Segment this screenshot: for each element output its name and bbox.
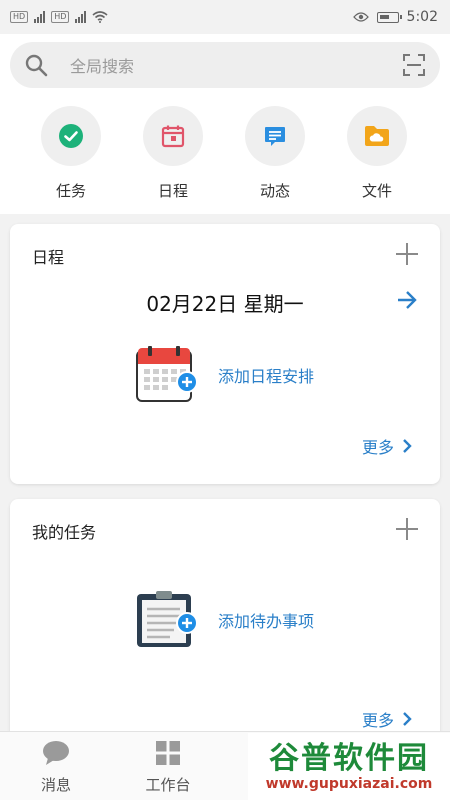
quick-action-schedule[interactable]: 日程 xyxy=(122,106,224,201)
signal-indicators: HD HD xyxy=(10,11,108,23)
tab-label: 消息 xyxy=(40,776,71,794)
more-label: 更多 xyxy=(361,711,394,730)
add-schedule-row[interactable]: 添加日程安排 xyxy=(136,346,314,404)
activity-icon-circle xyxy=(245,106,305,166)
battery-icon xyxy=(376,11,402,23)
watermark-text: 谷普软件园 xyxy=(269,740,429,776)
quick-action-activity[interactable]: 动态 xyxy=(224,106,326,201)
watermark-url: www.gupuxiazai.com xyxy=(265,775,433,792)
quick-action-label: 日程 xyxy=(157,182,188,200)
signal-1-icon xyxy=(34,11,46,23)
tab-messages[interactable]: 消息 xyxy=(0,732,112,800)
arrow-right-icon[interactable] xyxy=(396,289,418,311)
quick-action-tasks[interactable]: 任务 xyxy=(20,106,122,201)
quick-action-label: 任务 xyxy=(55,182,86,200)
search-icon xyxy=(25,54,48,77)
sim2-badge: HD xyxy=(51,11,70,23)
add-schedule-plus-icon[interactable] xyxy=(396,243,418,265)
check-circle-icon xyxy=(59,124,83,148)
calendar-add-icon xyxy=(136,346,198,402)
grid-icon xyxy=(156,741,180,765)
status-time: 5:02 xyxy=(406,9,438,25)
add-task-plus-icon[interactable] xyxy=(396,518,418,540)
tasks-icon-circle xyxy=(41,106,101,166)
watermark-logo: 谷普软件园 www.gupuxiazai.com xyxy=(248,733,450,800)
add-task-row[interactable]: 添加待办事项 xyxy=(136,591,314,649)
tab-workbench[interactable]: 工作台 xyxy=(112,732,224,800)
tasks-more-link[interactable]: 更多 xyxy=(362,707,412,731)
quick-action-label: 文件 xyxy=(361,182,392,200)
chat-bubble-icon xyxy=(43,741,69,765)
status-bar: HD HD 5:02 xyxy=(0,0,450,34)
add-task-label: 添加待办事项 xyxy=(218,612,315,631)
quick-action-label: 动态 xyxy=(259,182,290,200)
folder-cloud-icon xyxy=(365,126,389,146)
quick-actions: 任务 日程 动态 文件 xyxy=(0,106,450,201)
card-title: 我的任务 xyxy=(32,523,97,542)
chevron-right-icon xyxy=(403,439,412,453)
schedule-card: 日程 02月22日 星期一 添加日程安排 更多 xyxy=(10,224,440,484)
quick-action-files[interactable]: 文件 xyxy=(326,106,428,201)
schedule-date: 02月22日 星期一 xyxy=(146,292,304,316)
search-bar[interactable]: 全局搜索 xyxy=(10,42,440,88)
message-icon xyxy=(265,127,285,146)
tasks-card: 我的任务 添加待办事项 更多 xyxy=(10,499,440,739)
header-area: 全局搜索 任务 日程 动态 文件 xyxy=(0,34,450,214)
calendar-icon xyxy=(161,125,185,148)
search-input[interactable]: 全局搜索 xyxy=(70,53,402,77)
more-label: 更多 xyxy=(361,438,394,457)
files-icon-circle xyxy=(347,106,407,166)
scan-icon[interactable] xyxy=(402,53,426,77)
eye-icon xyxy=(352,12,369,22)
clipboard-add-icon xyxy=(137,591,198,647)
card-title: 日程 xyxy=(32,248,65,267)
wifi-icon xyxy=(92,11,108,23)
tab-label: 工作台 xyxy=(145,776,191,794)
add-schedule-label: 添加日程安排 xyxy=(218,367,315,386)
schedule-icon-circle xyxy=(143,106,203,166)
chevron-right-icon xyxy=(403,712,412,726)
sim1-badge: HD xyxy=(10,11,29,23)
schedule-more-link[interactable]: 更多 xyxy=(362,434,412,458)
status-right: 5:02 xyxy=(352,9,438,25)
signal-2-icon xyxy=(75,11,87,23)
